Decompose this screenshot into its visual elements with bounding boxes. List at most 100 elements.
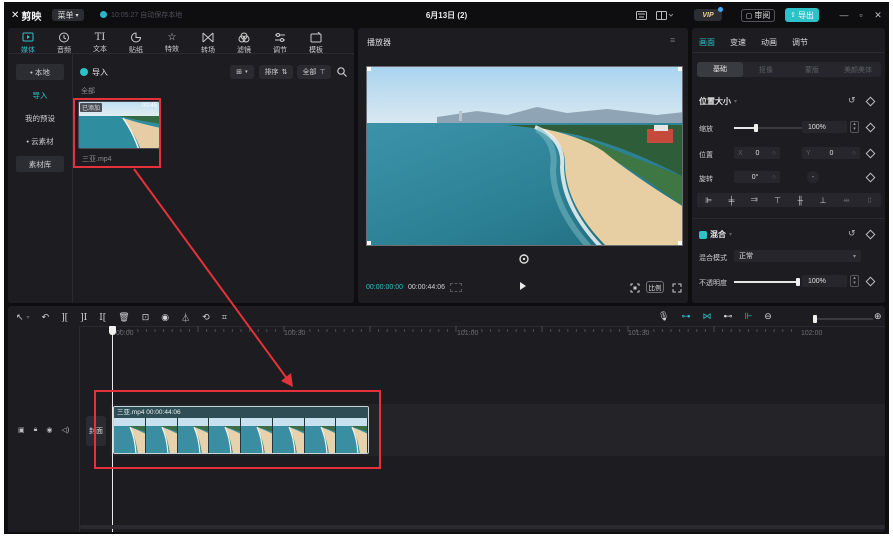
select-tool-icon[interactable]: ↖ [16, 312, 24, 323]
zoom-out-icon[interactable]: ⊖ [764, 311, 772, 322]
opacity-slider-handle[interactable] [796, 278, 800, 286]
zoom-slider[interactable] [813, 315, 873, 323]
rotate-stepper[interactable]: ◇ [772, 174, 776, 180]
align-bottom-icon[interactable]: ⊥ [820, 196, 827, 205]
timeline-scrollbar[interactable] [80, 525, 885, 529]
position-keyframe-icon[interactable] [865, 148, 876, 159]
rotate-keyframe-icon[interactable] [865, 172, 876, 183]
search-icon[interactable] [336, 66, 348, 78]
minimize-icon[interactable]: — [837, 8, 851, 22]
y-stepper[interactable]: ◇ [852, 150, 856, 156]
mirror-icon[interactable]: ⏃ [181, 311, 190, 324]
subtab-mask[interactable]: 蒙版 [789, 65, 835, 75]
align-center-h-icon[interactable]: ╪ [729, 196, 735, 205]
position-y-field[interactable]: Y 0 ◇ [802, 147, 860, 159]
audio-toggle-icon[interactable]: ◁) [61, 426, 69, 434]
keyboard-icon[interactable] [635, 10, 647, 20]
video-clip[interactable]: 三亚.mp4 00:00:44:06 [113, 406, 369, 454]
reset-icon[interactable]: ↺ [848, 95, 856, 106]
review-button[interactable]: ▢ 审阅 [741, 9, 775, 22]
tab-animation[interactable]: 动画 [761, 37, 777, 48]
crop-icon[interactable]: ⌗ [222, 312, 227, 323]
rotate-handle-icon[interactable] [519, 254, 529, 264]
scale-slider-handle[interactable] [753, 124, 758, 132]
tab-picture[interactable]: 画面 [699, 37, 715, 48]
tab-media[interactable]: 媒体 [12, 30, 44, 55]
blend-mode-select[interactable]: 正常 ▾ [734, 250, 861, 262]
visibility-icon[interactable]: ◉ [46, 426, 52, 434]
blend-reset-icon[interactable]: ↺ [848, 228, 856, 239]
rotate-icon[interactable]: ⟲ [202, 312, 210, 323]
zoom-in-icon[interactable]: ⊕ [874, 311, 882, 322]
tab-sticker[interactable]: 贴纸 [120, 30, 152, 55]
freeze-icon[interactable]: ⊡ [142, 312, 150, 323]
sidebar-item-my-presets[interactable]: 我的预设 [16, 110, 64, 126]
sort-button[interactable]: 排序 ⇅ [259, 65, 293, 79]
subtab-basic[interactable]: 基础 [697, 62, 743, 77]
opacity-stepper[interactable]: ▴ ▾ [850, 275, 859, 287]
scale-stepper[interactable]: ▴ ▾ [850, 121, 859, 133]
play-button[interactable] [520, 282, 526, 290]
playhead[interactable] [112, 328, 113, 532]
playhead-handle[interactable] [109, 326, 116, 335]
split-right-icon[interactable]: I[ [99, 313, 106, 323]
close-icon[interactable]: ✕ [871, 8, 885, 22]
checkbox-icon[interactable] [699, 230, 707, 239]
crop-handle-bl[interactable] [367, 241, 371, 245]
keyframe-icon[interactable] [865, 96, 876, 107]
timeline-ruler[interactable] [80, 326, 885, 338]
tab-audio[interactable]: 音频 [48, 30, 80, 55]
lock-icon[interactable]: 🔒︎ [34, 426, 38, 434]
split-left-icon[interactable]: ]I [80, 313, 87, 323]
subtab-cutout[interactable]: 抠像 [743, 65, 789, 75]
import-button[interactable]: 导入 [80, 65, 108, 79]
split-icon[interactable]: ][ [61, 313, 68, 323]
cover-toggle-icon[interactable]: ▣ [18, 426, 25, 434]
sidebar-item-import[interactable]: 导入 [16, 87, 64, 103]
fullscreen-icon[interactable] [671, 282, 682, 293]
flip-h-icon[interactable]: ⇹ [843, 196, 850, 205]
maximize-icon[interactable]: ▫ [854, 8, 868, 22]
media-thumbnail[interactable]: 已添加 00:45 [78, 101, 160, 149]
sidebar-item-cloud[interactable]: • 云素材 [16, 133, 64, 149]
fit-screen-icon[interactable] [629, 282, 640, 293]
microphone-icon[interactable]: 🎙︎ [658, 311, 669, 322]
preview-axis-icon[interactable]: ⊩ [744, 311, 752, 322]
align-right-icon[interactable]: ⫥ [751, 195, 758, 205]
filter-all-button[interactable]: 全部 ⊤ [297, 65, 331, 79]
crop-handle-br[interactable] [678, 241, 682, 245]
opacity-slider[interactable] [734, 278, 800, 286]
align-left-icon[interactable]: ⊫ [705, 196, 712, 205]
align-center-v-icon[interactable]: ╫ [797, 196, 803, 205]
link-main-track-icon[interactable]: ⊶ [681, 311, 690, 322]
export-button[interactable]: ⇧ 导出 [785, 8, 819, 22]
layout-icon[interactable] [655, 10, 673, 20]
scale-value-field[interactable]: 100% [802, 121, 847, 133]
player-menu-icon[interactable]: ≡ [670, 35, 675, 45]
snap-icon[interactable]: ⋈ [702, 311, 711, 322]
view-mode-button[interactable]: ⊞ ▾ [230, 65, 254, 79]
tab-text[interactable]: TI 文本 [84, 30, 116, 54]
ratio-button[interactable]: 比例 [646, 281, 664, 293]
crop-handle-tr[interactable] [678, 67, 682, 71]
linkage-icon[interactable]: ⊷ [723, 311, 732, 322]
undo-icon[interactable]: ↶ [42, 312, 50, 323]
video-preview[interactable] [366, 66, 683, 246]
subtab-beauty[interactable]: 美颜美体 [835, 65, 881, 75]
tab-filter[interactable]: 滤镜 [228, 30, 260, 55]
sidebar-item-local[interactable]: • 本地 [16, 64, 64, 80]
tab-speed[interactable]: 变速 [730, 37, 746, 48]
scale-keyframe-icon[interactable] [865, 122, 876, 133]
tab-template[interactable]: 模板 [300, 30, 332, 55]
x-stepper[interactable]: ◇ [772, 150, 776, 156]
opacity-value-field[interactable]: 100% [802, 275, 847, 287]
tab-transition[interactable]: 转场 [192, 30, 224, 55]
flip-v-icon[interactable]: ⇳ [866, 196, 873, 205]
tab-adjust[interactable]: 调节 [792, 37, 808, 48]
zoom-slider-handle[interactable] [813, 315, 817, 323]
menu-button[interactable]: 菜单 ▾ [52, 9, 84, 21]
tab-adjust[interactable]: 调节 [264, 30, 296, 55]
position-x-field[interactable]: X 0 ◇ [734, 147, 780, 159]
align-top-icon[interactable]: ⊤ [774, 196, 781, 205]
blend-keyframe-icon[interactable] [865, 229, 876, 240]
